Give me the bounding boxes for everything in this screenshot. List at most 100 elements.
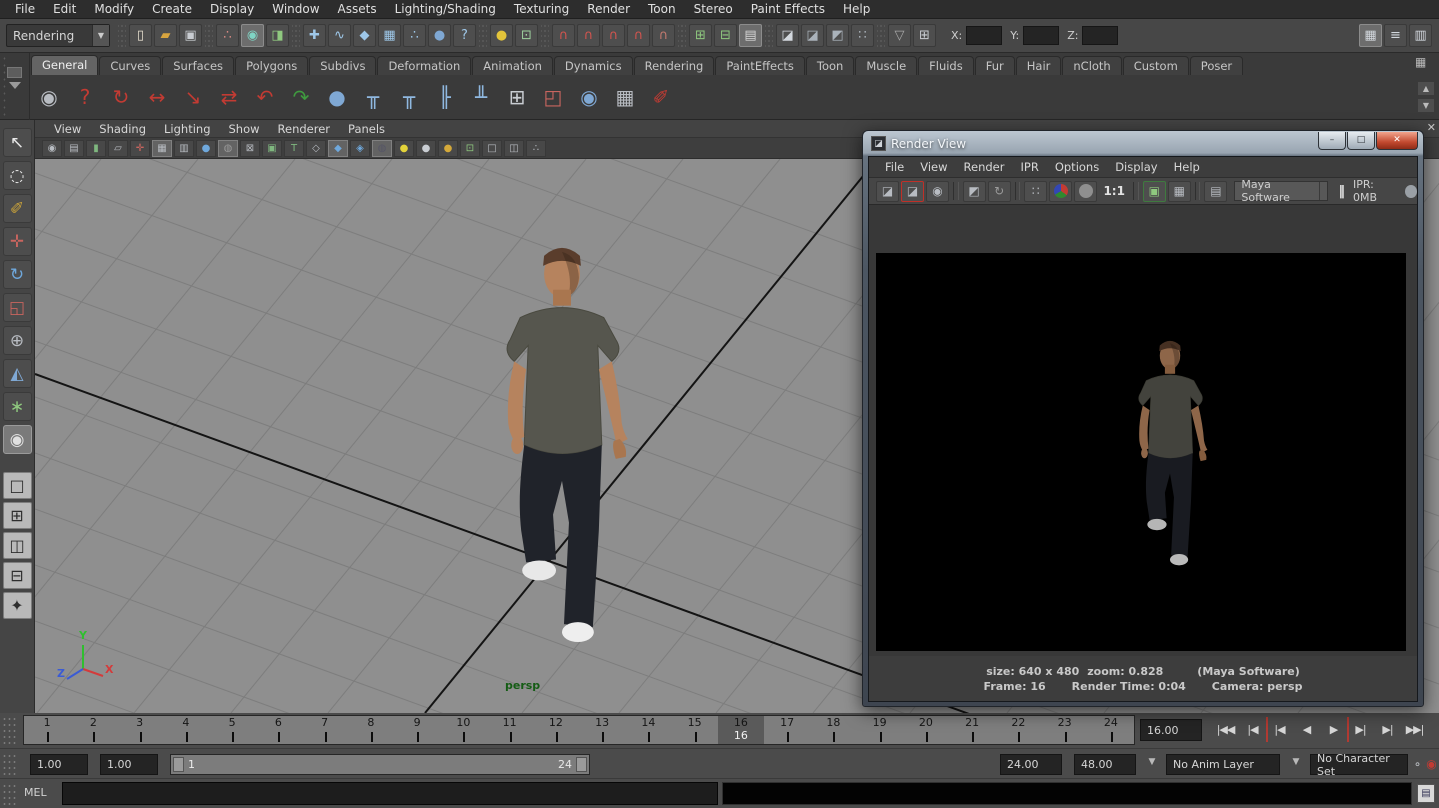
pause-ipr-button[interactable]: ‖ (1338, 184, 1345, 199)
toolbar-separator[interactable] (292, 24, 300, 48)
all-lights-icon[interactable]: ● (438, 140, 458, 157)
rotate-tool[interactable]: ↻ (3, 260, 32, 289)
shelf-tab[interactable]: Custom (1123, 56, 1189, 75)
resolution-gate-icon[interactable]: ● (196, 140, 216, 157)
camera-orbit-icon[interactable]: ↻ (105, 81, 137, 113)
auto-keyframe-icon[interactable]: ◉ (1424, 756, 1439, 772)
snapshot-icon[interactable]: ◉ (926, 181, 949, 202)
layout-persp-graph[interactable]: ⊟ (3, 562, 32, 589)
camera-zoom-icon[interactable]: ⇄ (213, 81, 245, 113)
shelf-tab[interactable]: Surfaces (162, 56, 234, 75)
move-tool[interactable]: ✛ (3, 227, 32, 256)
save-scene-icon[interactable]: ▣ (179, 24, 202, 47)
mask-curves-icon[interactable]: ∿ (328, 24, 351, 47)
flat-light-icon[interactable]: ● (416, 140, 436, 157)
frame-cell[interactable]: 15 (672, 716, 718, 744)
coord-input[interactable] (966, 26, 1002, 45)
new-scene-icon[interactable]: ▯ (129, 24, 152, 47)
playback-range-slider[interactable]: 1 24 (170, 754, 590, 775)
shelf-tab[interactable]: Dynamics (554, 56, 633, 75)
cluster-relative-icon[interactable]: ╥ (393, 81, 425, 113)
delete-unused-icon[interactable]: ● (321, 81, 353, 113)
panel-menu-item[interactable]: Lighting (155, 122, 219, 136)
shelf-tab[interactable]: Animation (472, 56, 553, 75)
frame-cell[interactable]: 19 (857, 716, 903, 744)
construction-history-icon[interactable]: ▤ (739, 24, 762, 47)
shelf-tab[interactable]: Curves (99, 56, 161, 75)
menu-item[interactable]: Toon (639, 0, 685, 19)
help-line-icon[interactable]: ? (69, 81, 101, 113)
shaded-mode-icon[interactable]: ◆ (328, 140, 348, 157)
open-render-settings-icon[interactable]: ▤ (1204, 181, 1227, 202)
shelf-menu-icon[interactable] (9, 82, 21, 89)
menu-item[interactable]: Help (834, 0, 879, 19)
snap-to-points-icon[interactable]: ∩ (602, 24, 625, 47)
panel-menu-item[interactable]: Renderer (269, 122, 340, 136)
highlight-selection-mode-icon[interactable]: ⊡ (515, 24, 538, 47)
channel-box-toggle-icon[interactable]: ▥ (1409, 24, 1432, 47)
coord-input[interactable] (1023, 26, 1059, 45)
universal-manipulator-tool[interactable]: ⊕ (3, 326, 32, 355)
redo-previous-render-icon[interactable]: ↻ (988, 181, 1011, 202)
playback-end-field[interactable]: 24.00 (1000, 754, 1062, 775)
open-render-view-icon[interactable]: ◪ (776, 24, 799, 47)
trash-icon[interactable]: ▦ (1415, 55, 1431, 71)
one-to-one-button[interactable]: 1:1 (1099, 181, 1129, 202)
step-forward-frame-button[interactable]: ▶| (1347, 717, 1374, 742)
frame-cell[interactable]: 10 (440, 716, 486, 744)
menu-item[interactable]: Edit (44, 0, 85, 19)
isolate-select-icon[interactable]: □ (482, 140, 502, 157)
render-view-menu-item[interactable]: Render (956, 160, 1013, 174)
plugin-panel-icon[interactable]: ∴ (526, 140, 546, 157)
panel-menu-item[interactable]: View (45, 122, 90, 136)
shelf-scroll-up-icon[interactable]: ▲ (1417, 81, 1435, 96)
render-region-icon[interactable]: ◪ (901, 181, 924, 202)
grid-display-icon[interactable]: ▦ (152, 140, 172, 157)
undo-icon[interactable]: ↶ (249, 81, 281, 113)
panel-menu-item[interactable]: Show (220, 122, 269, 136)
animation-start-field[interactable]: 1.00 (30, 754, 88, 775)
keep-image-icon[interactable]: ▣ (1143, 181, 1166, 202)
render-current-frame-icon[interactable]: ◪ (801, 24, 824, 47)
shelf-tab[interactable]: Fur (975, 56, 1015, 75)
default-light-icon[interactable]: ● (394, 140, 414, 157)
render-view-menu-item[interactable]: View (912, 160, 955, 174)
close-icon[interactable]: ✕ (1427, 121, 1436, 134)
paint-weights-icon[interactable]: ◉ (573, 81, 605, 113)
render-view-menu-item[interactable]: Options (1047, 160, 1107, 174)
render-image-area[interactable] (869, 205, 1417, 656)
select-component-icon[interactable]: ◨ (266, 24, 289, 47)
show-manipulator-tool[interactable]: ∗ (3, 392, 32, 421)
frame-cell[interactable]: 18 (810, 716, 856, 744)
toolbar-separator[interactable] (877, 24, 885, 48)
frame-cell[interactable]: 12 (533, 716, 579, 744)
render-view-window[interactable]: ◪ Render View –□✕ FileViewRenderIPROptio… (862, 130, 1424, 707)
menu-item[interactable]: Render (578, 0, 639, 19)
menu-item[interactable]: Window (263, 0, 328, 19)
layout-custom[interactable]: ✦ (3, 592, 32, 619)
playback-start-field[interactable]: 1.00 (100, 754, 158, 775)
command-language-toggle[interactable]: MEL (24, 786, 47, 799)
maximize-button[interactable]: □ (1347, 132, 1375, 150)
hypergraph-icon[interactable]: ⊞ (501, 81, 533, 113)
shelf-tab[interactable]: Subdivs (309, 56, 376, 75)
joint-cluster-icon[interactable]: ╟ (429, 81, 461, 113)
wireframe-mode-icon[interactable]: ◇ (306, 140, 326, 157)
menu-item[interactable]: Texturing (505, 0, 578, 19)
shelf-tab[interactable]: Poser (1190, 56, 1243, 75)
step-forward-key-button[interactable]: ▶| (1374, 717, 1401, 742)
frame-cell[interactable]: 1 (24, 716, 70, 744)
frame-cell[interactable]: 4 (163, 716, 209, 744)
command-results[interactable] (722, 782, 1412, 805)
cluster-icon[interactable]: ╥ (357, 81, 389, 113)
frame-cell[interactable]: 5 (209, 716, 255, 744)
go-to-end-button[interactable]: ▶▶| (1401, 717, 1428, 742)
menu-item[interactable]: Stereo (685, 0, 742, 19)
go-to-start-button[interactable]: |◀◀ (1212, 717, 1239, 742)
frame-cell[interactable]: 20 (903, 716, 949, 744)
close-button[interactable]: ✕ (1376, 132, 1418, 150)
field-chart-icon[interactable]: ⊠ (240, 140, 260, 157)
menu-item[interactable]: Paint Effects (742, 0, 834, 19)
shaded-textured-icon[interactable]: ◍ (372, 140, 392, 157)
frame-cell[interactable]: 7 (302, 716, 348, 744)
